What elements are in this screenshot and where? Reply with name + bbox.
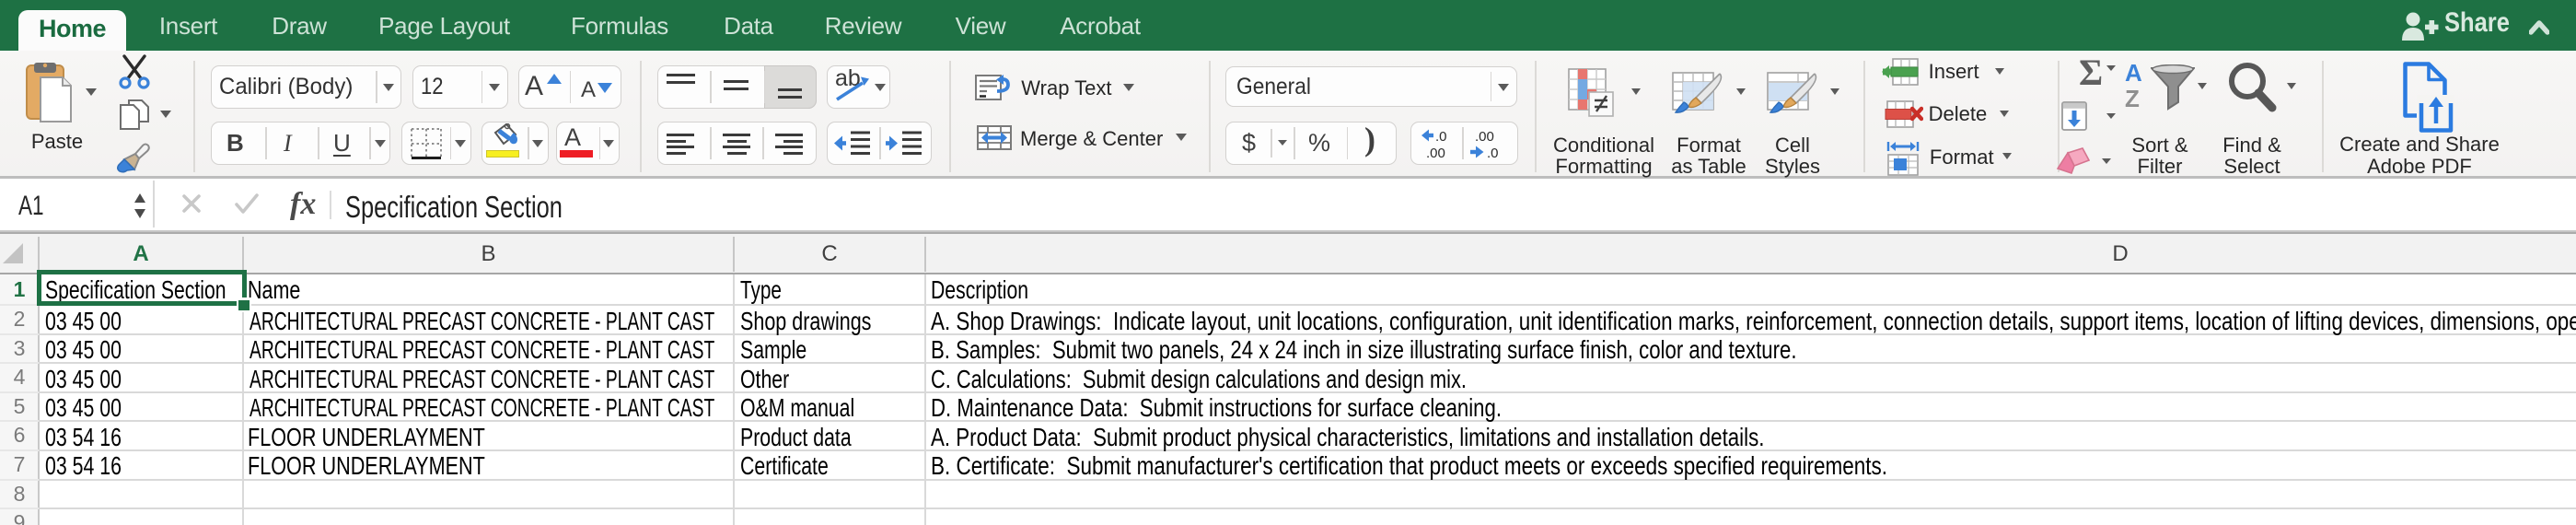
svg-text:.00: .00 [1475, 129, 1494, 145]
svg-text:.00: .00 [1426, 146, 1445, 159]
svg-text:.0: .0 [1435, 129, 1447, 145]
